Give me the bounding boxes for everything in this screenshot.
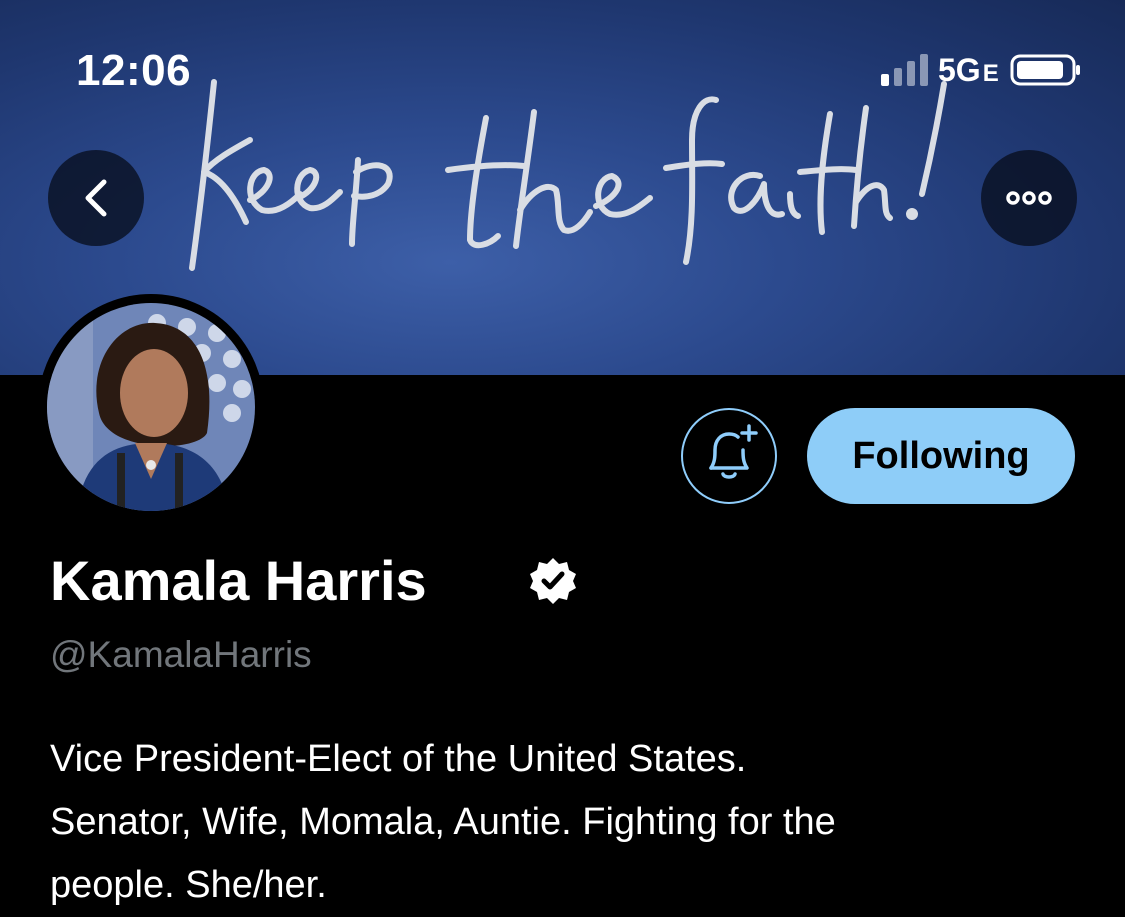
notifications-button[interactable] <box>681 408 777 504</box>
verified-badge-icon <box>530 558 576 604</box>
following-button[interactable]: Following <box>807 408 1075 504</box>
bio-line: Vice President-Elect of the United State… <box>50 738 747 780</box>
signal-strength-icon <box>881 54 928 86</box>
network-type: 5G <box>938 52 981 88</box>
battery-icon <box>1010 54 1080 86</box>
chevron-left-icon <box>85 179 107 217</box>
bell-plus-icon <box>709 424 758 479</box>
profile-bio: Vice President-Elect of the United State… <box>50 728 1100 917</box>
status-time: 12:06 <box>76 46 192 95</box>
user-handle: @KamalaHarris <box>50 634 312 675</box>
display-name: Kamala Harris <box>50 549 427 612</box>
more-options-button[interactable] <box>981 150 1077 246</box>
network-suffix: E <box>982 60 999 87</box>
network-indicator: 5GE <box>938 52 999 89</box>
bio-line: Senator, Wife, Momala, Auntie. Fighting … <box>50 801 836 843</box>
back-button[interactable] <box>48 150 144 246</box>
avatar-photo <box>47 303 255 511</box>
profile-avatar[interactable] <box>38 294 264 520</box>
ellipsis-icon <box>1006 191 1052 205</box>
bio-line: people. She/her. <box>50 864 327 906</box>
